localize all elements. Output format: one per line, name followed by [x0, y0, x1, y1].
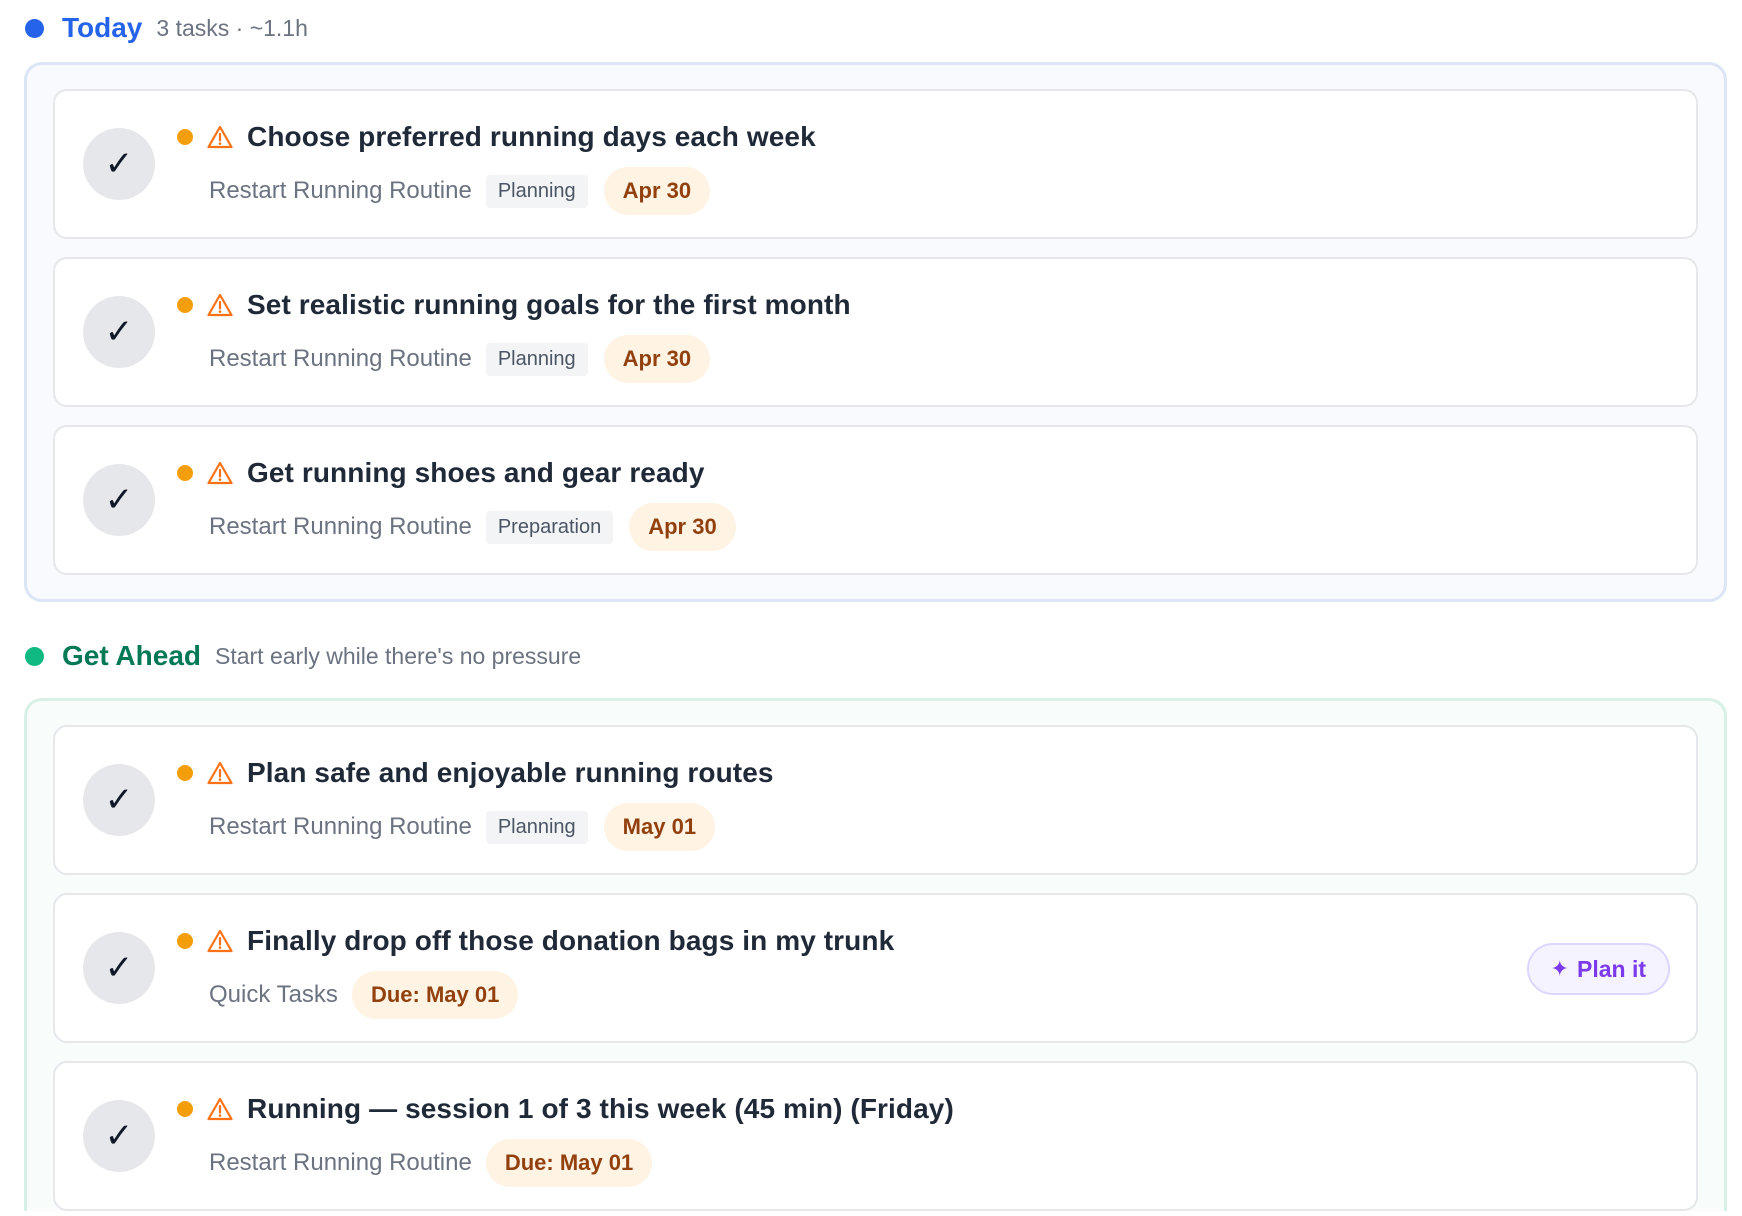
task-list-page: Today 3 tasks · ~1.1h ✓ Choose preferred…	[0, 0, 1742, 1216]
task-date-badge: Apr 30	[629, 503, 736, 551]
warning-triangle-icon	[207, 125, 233, 149]
task-meta-row: Restart Running Routine Planning Apr 30	[177, 167, 816, 215]
complete-check-button[interactable]: ✓	[83, 128, 155, 200]
task-project: Restart Running Routine	[209, 513, 472, 540]
task-body: Plan safe and enjoyable running routes R…	[177, 749, 774, 851]
priority-dot	[177, 933, 193, 949]
warning-triangle-icon	[207, 1097, 233, 1121]
task-card[interactable]: ✓ Get running shoes and gear ready Resta…	[53, 425, 1698, 575]
task-date-badge: Apr 30	[603, 335, 711, 383]
warning-triangle-icon	[207, 293, 233, 317]
task-body: Choose preferred running days each week …	[177, 113, 816, 215]
task-tag: Planning	[485, 810, 588, 844]
task-body: Set realistic running goals for the firs…	[177, 281, 851, 383]
task-meta-row: Restart Running Routine Planning May 01	[177, 803, 774, 851]
priority-dot	[177, 1101, 193, 1117]
task-title-row: Get running shoes and gear ready	[177, 449, 736, 497]
task-project: Quick Tasks	[209, 981, 338, 1008]
task-meta-row: Quick Tasks Due: May 01	[177, 971, 894, 1019]
today-section-header: Today 3 tasks · ~1.1h	[24, 0, 1742, 56]
task-card[interactable]: ✓ Choose preferred running days each wee…	[53, 89, 1698, 239]
task-title-row: Finally drop off those donation bags in …	[177, 917, 894, 965]
today-section-meta: 3 tasks · ~1.1h	[156, 14, 308, 41]
plan-it-label: Plan it	[1576, 955, 1646, 982]
task-title: Plan safe and enjoyable running routes	[247, 757, 774, 788]
task-tag: Preparation	[485, 510, 614, 544]
task-title-row: Set realistic running goals for the firs…	[177, 281, 851, 329]
task-meta-row: Restart Running Routine Planning Apr 30	[177, 335, 851, 383]
priority-dot	[177, 465, 193, 481]
task-tag: Planning	[485, 342, 588, 376]
priority-dot	[177, 129, 193, 145]
task-title: Set realistic running goals for the firs…	[247, 289, 851, 320]
task-card[interactable]: ✓ Set realistic running goals for the fi…	[53, 257, 1698, 407]
check-icon: ✓	[104, 481, 134, 519]
complete-check-button[interactable]: ✓	[83, 1100, 155, 1172]
task-card[interactable]: ✓ Finally drop off those donation bags i…	[53, 893, 1698, 1043]
today-section-title: Today	[62, 12, 143, 43]
check-icon: ✓	[104, 1117, 134, 1155]
complete-check-button[interactable]: ✓	[83, 932, 155, 1004]
task-meta-row: Restart Running Routine Due: May 01	[177, 1139, 954, 1187]
task-title-row: Running — session 1 of 3 this week (45 m…	[177, 1085, 954, 1133]
task-card[interactable]: ✓ Plan safe and enjoyable running routes…	[53, 725, 1698, 875]
task-tag: Planning	[485, 174, 588, 208]
task-project: Restart Running Routine	[209, 1149, 472, 1176]
today-indicator-dot	[25, 18, 44, 38]
ahead-section-meta: Start early while there's no pressure	[215, 642, 582, 669]
ahead-task-group: ✓ Plan safe and enjoyable running routes…	[24, 698, 1727, 1211]
task-date-badge: Due: May 01	[351, 971, 519, 1019]
complete-check-button[interactable]: ✓	[83, 296, 155, 368]
task-title-row: Plan safe and enjoyable running routes	[177, 749, 774, 797]
task-body: Get running shoes and gear ready Restart…	[177, 449, 736, 551]
ahead-indicator-dot	[25, 646, 44, 666]
task-title: Choose preferred running days each week	[247, 121, 816, 152]
task-project: Restart Running Routine	[209, 177, 472, 204]
warning-triangle-icon	[207, 761, 233, 785]
today-task-group: ✓ Choose preferred running days each wee…	[24, 62, 1727, 602]
task-meta-row: Restart Running Routine Preparation Apr …	[177, 503, 736, 551]
task-date-badge: Due: May 01	[485, 1139, 653, 1187]
check-icon: ✓	[104, 145, 134, 183]
complete-check-button[interactable]: ✓	[83, 764, 155, 836]
ahead-section-title: Get Ahead	[62, 640, 201, 671]
task-project: Restart Running Routine	[209, 345, 472, 372]
priority-dot	[177, 297, 193, 313]
warning-triangle-icon	[207, 929, 233, 953]
task-date-badge: May 01	[603, 803, 716, 851]
task-title-row: Choose preferred running days each week	[177, 113, 816, 161]
task-project: Restart Running Routine	[209, 813, 472, 840]
complete-check-button[interactable]: ✓	[83, 464, 155, 536]
task-date-badge: Apr 30	[603, 167, 711, 215]
plan-it-button[interactable]: ✦ Plan it	[1526, 943, 1670, 995]
task-title: Finally drop off those donation bags in …	[247, 925, 895, 956]
task-body: Finally drop off those donation bags in …	[177, 917, 894, 1019]
task-card[interactable]: ✓ Running — session 1 of 3 this week (45…	[53, 1061, 1698, 1211]
check-icon: ✓	[104, 949, 134, 987]
sparkle-icon: ✦	[1550, 956, 1569, 981]
check-icon: ✓	[104, 313, 134, 351]
task-title: Running — session 1 of 3 this week (45 m…	[247, 1093, 954, 1124]
task-body: Running — session 1 of 3 this week (45 m…	[177, 1085, 954, 1187]
priority-dot	[177, 765, 193, 781]
check-icon: ✓	[104, 781, 134, 819]
warning-triangle-icon	[207, 461, 233, 485]
task-title: Get running shoes and gear ready	[247, 457, 705, 488]
ahead-section-header: Get Ahead Start early while there's no p…	[24, 628, 1742, 684]
